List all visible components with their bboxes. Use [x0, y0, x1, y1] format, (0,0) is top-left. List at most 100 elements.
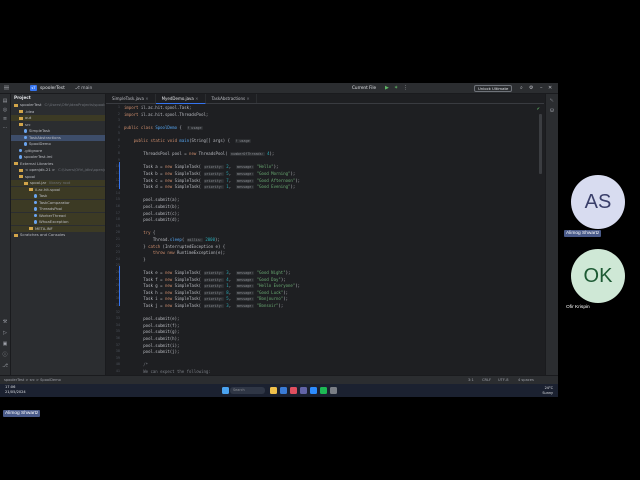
code-line[interactable]: Task c = new SimpleTask( priority: 7, me… — [124, 178, 300, 185]
close-icon[interactable]: ✕ — [548, 85, 553, 91]
line-separator[interactable]: CRLF — [482, 376, 491, 384]
status-breadcrumb[interactable]: spoolerTest > src > SpoolDemo — [4, 376, 61, 384]
participant-avatar[interactable]: AS — [571, 175, 625, 229]
code-line[interactable]: public class SpoolDemo { ⭡ usage — [124, 125, 203, 132]
tree-item[interactable]: WorkerThread — [11, 212, 105, 219]
more-actions-icon[interactable]: ⋮ — [403, 85, 408, 91]
git-tool-icon[interactable]: ⎇ — [2, 363, 8, 369]
tree-item[interactable]: TaskComparator — [11, 199, 105, 206]
code-line[interactable]: try { — [124, 230, 155, 237]
code-line[interactable]: pool.submit(h); — [124, 336, 179, 343]
editor-tab[interactable]: SimpleTask.java ✕ — [106, 94, 156, 103]
more-tools-icon[interactable]: ⋯ — [2, 125, 8, 131]
tree-item[interactable]: SpoolDemo — [11, 141, 105, 147]
editor-tab[interactable]: TaskAbstractions ✕ — [206, 94, 257, 103]
intellij-idea-icon[interactable] — [289, 387, 297, 394]
editor-tab[interactable]: MyedDemo.java ✕ — [155, 94, 206, 104]
code-line[interactable]: Thread.sleep( millis: 2000); — [124, 237, 220, 244]
tree-item[interactable]: ThreadsPool — [11, 206, 105, 212]
code-line[interactable]: Task b = new SimpleTask( priority: 5, me… — [124, 171, 295, 178]
editor-scrollbar[interactable] — [539, 114, 542, 174]
code-line[interactable]: pool.submit(i); — [124, 343, 179, 350]
code-line[interactable]: import il.ac.hit.spool.ThreadsPool; — [124, 112, 208, 119]
tree-item[interactable]: External Libraries — [11, 161, 105, 167]
code-line[interactable]: } catch (InterruptedException e) { — [124, 244, 225, 251]
notifications-icon[interactable]: ␇ — [549, 98, 555, 104]
project-name[interactable]: spoolerTest — [40, 86, 65, 91]
branch-selector[interactable]: ⎇ main — [75, 86, 92, 91]
code-line[interactable]: Task f = new SimpleTask( priority: 4, me… — [124, 277, 286, 284]
file-encoding[interactable]: UTF-8 — [498, 376, 508, 384]
search-everywhere-icon[interactable]: ⌕ — [520, 85, 525, 91]
tree-item[interactable]: < openjdk-21 > C:\Users\Ofir\.jdks\openjd… — [11, 167, 105, 173]
participant-avatar[interactable]: OK — [571, 249, 625, 303]
tree-item[interactable]: spoolerTest.iml — [11, 154, 105, 160]
teams-icon[interactable] — [299, 387, 307, 394]
caret-position[interactable]: 3:1 — [468, 376, 474, 384]
code-line[interactable]: pool.submit(b); — [124, 204, 179, 211]
structure-tool-icon[interactable]: ≡ — [2, 116, 8, 122]
code-line[interactable]: import il.ac.hit.spool.Task; — [124, 105, 191, 112]
file-explorer-icon[interactable] — [269, 387, 277, 394]
indent-setting[interactable]: 4 spaces — [518, 376, 534, 384]
code-line[interactable]: public static void main(String[] args) {… — [124, 138, 251, 145]
code-line[interactable]: Task h = new SimpleTask( priority: 8, me… — [124, 290, 288, 297]
tab-close-icon[interactable]: ✕ — [144, 96, 148, 101]
database-icon[interactable]: ⛁ — [549, 108, 555, 114]
tree-item[interactable]: spoolerTest C:\Users\Ofir\IdeaProjects\sp… — [11, 102, 105, 108]
zoom-icon[interactable] — [309, 387, 317, 394]
tree-item[interactable]: .idea — [11, 109, 105, 115]
edge-browser-icon[interactable] — [279, 387, 287, 394]
windows-start-icon[interactable] — [221, 387, 229, 394]
commit-tool-icon[interactable]: ◎ — [2, 107, 8, 113]
code-line[interactable]: pool.submit(a); — [124, 197, 179, 204]
terminal-tool-icon[interactable]: ▣ — [2, 341, 8, 347]
run-configuration-selector[interactable]: Current File — [352, 85, 376, 90]
tab-close-icon[interactable]: ✕ — [245, 96, 249, 101]
project-tool-icon[interactable]: ▤ — [2, 98, 8, 104]
build-tool-icon[interactable]: ⚒ — [2, 319, 8, 325]
tree-item[interactable]: META-INF — [11, 225, 105, 232]
unlock-ultimate-button[interactable]: Unlock Ultimate — [474, 84, 513, 92]
tree-item[interactable]: src — [11, 122, 105, 128]
tree-item[interactable]: WhoaException — [11, 219, 105, 225]
code-line[interactable]: /* — [124, 362, 148, 369]
minimize-icon[interactable]: – — [540, 85, 545, 91]
code-line[interactable]: Task g = new SimpleTask( priority: 1, me… — [124, 283, 300, 290]
code-editor[interactable]: 1 2 3 4 5 6 7 8 9 10 11 12 13 14 15 16 17 18 19 20 21 22 23 24 2… — [106, 104, 544, 385]
code-line[interactable]: Task d = new SimpleTask( priority: 1, me… — [124, 184, 295, 191]
tree-item[interactable]: Task — [11, 193, 105, 199]
tree-item[interactable]: spool.jar library root — [11, 180, 105, 186]
settings-gear-icon[interactable]: ⚙ — [529, 85, 534, 91]
tree-item[interactable]: il.ac.hit.spool — [11, 186, 105, 193]
tree-item[interactable]: SimpleTask — [11, 128, 105, 134]
taskbar-search-box[interactable]: Search — [230, 387, 265, 394]
code-line[interactable]: } — [124, 257, 145, 264]
tab-close-icon[interactable]: ✕ — [194, 96, 198, 101]
run-tool-icon[interactable]: ▷ — [2, 330, 8, 336]
code-line[interactable]: pool.submit(e); — [124, 316, 179, 323]
code-line[interactable]: pool.submit(d); — [124, 217, 179, 224]
taskbar-tray[interactable]: 24°C Sunny — [542, 386, 553, 395]
tree-item[interactable]: spool — [11, 174, 105, 180]
tree-item[interactable]: Scratches and Consoles — [11, 232, 105, 238]
inspection-ok-icon[interactable]: ✔ — [537, 106, 540, 111]
tree-item[interactable]: out — [11, 115, 105, 121]
code-line[interactable]: pool.submit(c); — [124, 211, 179, 218]
code-line[interactable]: pool.submit(g); — [124, 329, 179, 336]
settings-app-icon[interactable] — [329, 387, 337, 394]
run-icon[interactable]: ▶ — [385, 85, 390, 91]
code-line[interactable]: Task a = new SimpleTask( priority: 2, me… — [124, 164, 278, 171]
tree-item[interactable]: TaskAbstractions — [11, 134, 105, 141]
code-line[interactable]: Task i = new SimpleTask( priority: 5, me… — [124, 296, 288, 303]
code-line[interactable]: pool.submit(j); — [124, 349, 179, 356]
code-line[interactable]: ThreadsPool pool = new ThreadsPool( numb… — [124, 151, 274, 158]
hamburger-menu-icon[interactable] — [4, 85, 9, 90]
project-badge-icon[interactable]: sT — [30, 85, 37, 91]
debug-icon[interactable]: ✶ — [394, 85, 399, 91]
code-line[interactable]: Task e = new SimpleTask( priority: 3, me… — [124, 270, 290, 277]
tree-item[interactable]: .gitignore — [11, 148, 105, 154]
problems-tool-icon[interactable]: ⓘ — [2, 352, 8, 358]
spotify-icon[interactable] — [319, 387, 327, 394]
code-line[interactable]: pool.submit(f); — [124, 323, 179, 330]
